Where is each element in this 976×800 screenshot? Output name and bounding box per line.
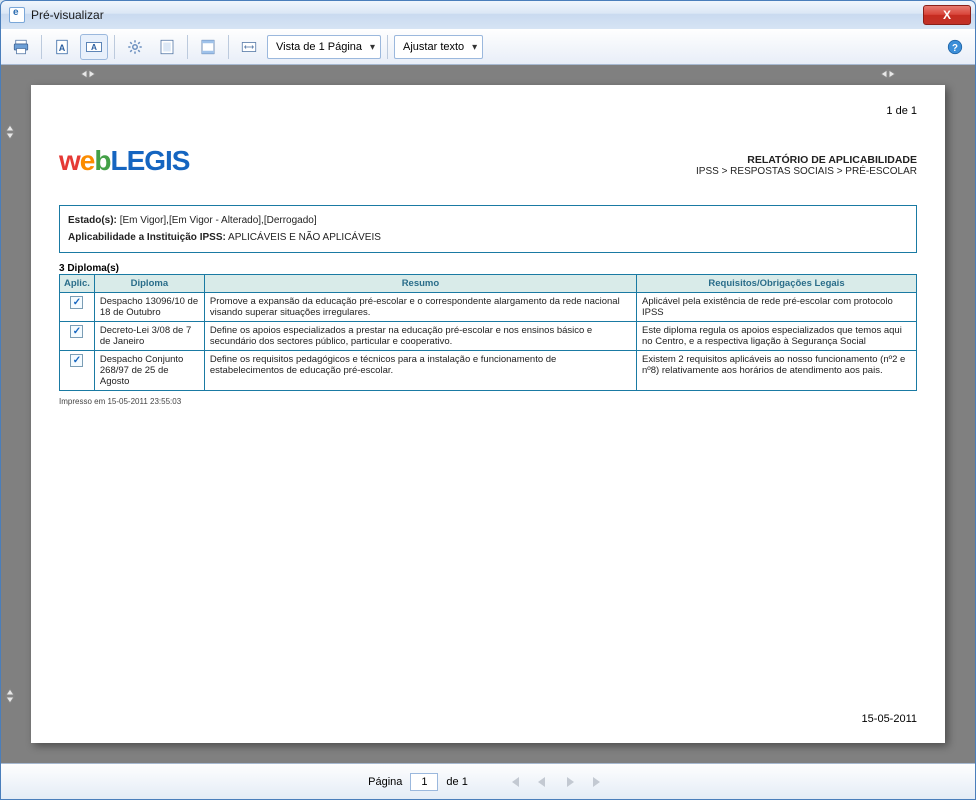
print-button[interactable] bbox=[7, 34, 35, 60]
col-requisitos: Requisitos/Obrigações Legais bbox=[637, 275, 917, 293]
page-icon bbox=[158, 38, 176, 56]
help-button[interactable]: ? bbox=[941, 34, 969, 60]
prev-page-button[interactable] bbox=[532, 772, 552, 792]
aplic-label: Aplicabilidade a Instituição IPSS: bbox=[68, 232, 226, 243]
fit-width-button[interactable] bbox=[235, 34, 263, 60]
header-footer-button[interactable] bbox=[194, 34, 222, 60]
cell-aplic: ✓ bbox=[60, 322, 95, 351]
page-number-top: 1 de 1 bbox=[59, 105, 917, 117]
table-row: ✓ Despacho Conjunto 268/97 de 25 de Agost… bbox=[60, 351, 917, 391]
report-breadcrumb: IPSS > RESPOSTAS SOCIAIS > PRÉ-ESCOLAR bbox=[696, 166, 917, 177]
cell-resumo: Define os requisitos pedagógicos e técni… bbox=[204, 351, 636, 391]
cell-requisitos: Este diploma regula os apoios especializ… bbox=[637, 322, 917, 351]
view-mode-dropdown[interactable]: Vista de 1 Página bbox=[267, 35, 381, 59]
page-view-button[interactable] bbox=[153, 34, 181, 60]
first-page-button[interactable] bbox=[504, 772, 524, 792]
next-page-button[interactable] bbox=[560, 772, 580, 792]
window-title: Pré-visualizar bbox=[31, 8, 923, 22]
report-header-text: RELATÓRIO DE APLICABILIDADE IPSS > RESPO… bbox=[696, 154, 917, 177]
top-margin-handle[interactable] bbox=[3, 123, 17, 141]
cell-requisitos: Aplicável pela existência de rede pré-es… bbox=[637, 293, 917, 322]
preview-window: Pré-visualizar X A A Vista de 1 Página bbox=[0, 0, 976, 800]
svg-text:A: A bbox=[59, 43, 66, 53]
separator bbox=[187, 35, 188, 59]
cell-diploma: Despacho Conjunto 268/97 de 25 de Agosto bbox=[94, 351, 204, 391]
font-a-landscape-button[interactable]: A bbox=[80, 34, 108, 60]
cell-aplic: ✓ bbox=[60, 351, 95, 391]
cell-resumo: Promove a expansão da educação pré-escol… bbox=[204, 293, 636, 322]
right-margin-handle[interactable] bbox=[879, 67, 897, 81]
gear-icon bbox=[126, 38, 144, 56]
app-icon bbox=[9, 7, 25, 23]
weblegis-logo: webLEGIS bbox=[59, 145, 189, 177]
pager-label-post: de 1 bbox=[446, 776, 467, 788]
cell-requisitos: Existem 2 requisitos aplicáveis ao nosso… bbox=[637, 351, 917, 391]
fit-mode-label: Ajustar texto bbox=[403, 41, 464, 53]
col-aplic: Aplic. bbox=[60, 275, 95, 293]
preview-viewport: 1 de 1 webLEGIS RELATÓRIO DE APLICABILID… bbox=[1, 65, 975, 763]
cell-diploma: Decreto-Lei 3/08 de 7 de Janeiro bbox=[94, 322, 204, 351]
fit-width-icon bbox=[240, 38, 258, 56]
font-a-portrait-button[interactable]: A bbox=[48, 34, 76, 60]
svg-text:A: A bbox=[91, 43, 97, 52]
left-margin-handle[interactable] bbox=[79, 67, 97, 81]
help-icon: ? bbox=[946, 38, 964, 56]
separator bbox=[114, 35, 115, 59]
separator bbox=[228, 35, 229, 59]
diploma-table: Aplic. Diploma Resumo Requisitos/Obrigaç… bbox=[59, 274, 917, 391]
col-resumo: Resumo bbox=[204, 275, 636, 293]
titlebar: Pré-visualizar X bbox=[1, 1, 975, 29]
last-page-button[interactable] bbox=[588, 772, 608, 792]
cell-aplic: ✓ bbox=[60, 293, 95, 322]
page-input[interactable] bbox=[410, 773, 438, 791]
filter-box: Estado(s): [Em Vigor],[Em Vigor - Altera… bbox=[59, 205, 917, 253]
estado-value: [Em Vigor],[Em Vigor - Alterado],[Derrog… bbox=[120, 215, 317, 226]
header-footer-icon bbox=[199, 38, 217, 56]
estado-label: Estado(s): bbox=[68, 215, 117, 226]
table-row: ✓ Despacho 13096/10 de 18 de OutubroPromo… bbox=[60, 293, 917, 322]
view-mode-label: Vista de 1 Página bbox=[276, 41, 362, 53]
toolbar: A A Vista de 1 Página Ajustar texto ? bbox=[1, 29, 975, 65]
diplomas-count: 3 Diploma(s) bbox=[59, 263, 917, 274]
separator bbox=[387, 35, 388, 59]
checkmark-icon: ✓ bbox=[70, 296, 83, 309]
font-portrait-icon: A bbox=[53, 38, 71, 56]
aplic-value: APLICÁVEIS E NÃO APLICÁVEIS bbox=[228, 232, 381, 243]
svg-text:?: ? bbox=[952, 43, 958, 54]
cell-diploma: Despacho 13096/10 de 18 de Outubro bbox=[94, 293, 204, 322]
close-button[interactable]: X bbox=[923, 5, 971, 25]
footer-date: 15-05-2011 bbox=[59, 713, 917, 725]
print-icon bbox=[12, 38, 30, 56]
report-title: RELATÓRIO DE APLICABILIDADE bbox=[696, 154, 917, 166]
print-timestamp: Impresso em 15-05-2011 23:55:03 bbox=[59, 397, 917, 406]
settings-button[interactable] bbox=[121, 34, 149, 60]
pager-label-pre: Página bbox=[368, 776, 402, 788]
bottom-margin-handle[interactable] bbox=[3, 687, 17, 705]
pager: Página de 1 bbox=[1, 763, 975, 799]
table-row: ✓ Decreto-Lei 3/08 de 7 de JaneiroDefine … bbox=[60, 322, 917, 351]
page: 1 de 1 webLEGIS RELATÓRIO DE APLICABILID… bbox=[31, 85, 945, 743]
separator bbox=[41, 35, 42, 59]
report-header: webLEGIS RELATÓRIO DE APLICABILIDADE IPS… bbox=[59, 145, 917, 177]
cell-resumo: Define os apoios especializados a presta… bbox=[204, 322, 636, 351]
col-diploma: Diploma bbox=[94, 275, 204, 293]
fit-mode-dropdown[interactable]: Ajustar texto bbox=[394, 35, 483, 59]
font-landscape-icon: A bbox=[85, 38, 103, 56]
checkmark-icon: ✓ bbox=[70, 354, 83, 367]
checkmark-icon: ✓ bbox=[70, 325, 83, 338]
